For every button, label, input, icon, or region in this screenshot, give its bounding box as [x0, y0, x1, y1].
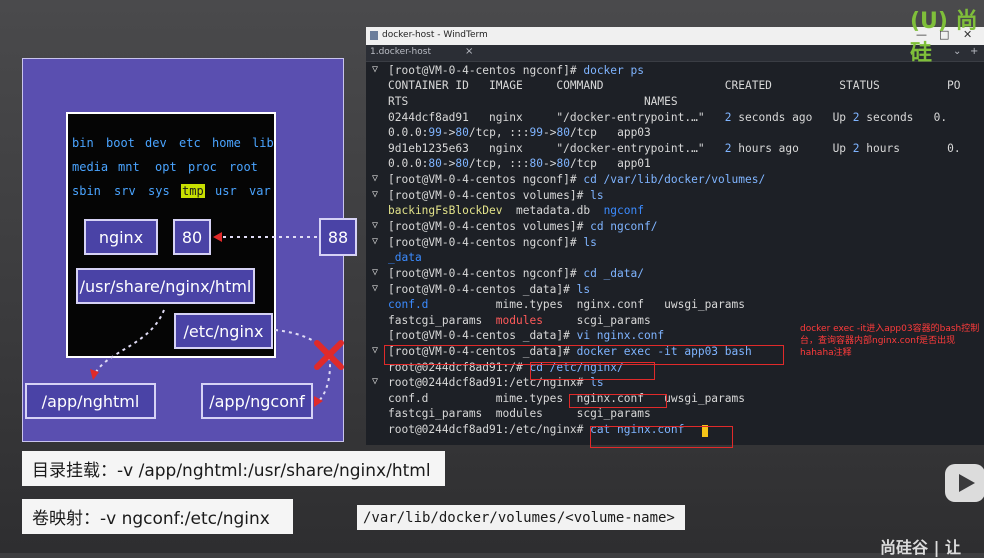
container-port-box: 80	[173, 219, 211, 255]
fs-dir: media	[72, 160, 109, 174]
terminal-line: [root@VM-0-4-centos volumes]# ls	[388, 189, 604, 202]
fs-dir-tmp-highlighted: tmp	[181, 184, 205, 198]
brand-logo: (U) 尚硅	[910, 9, 978, 66]
fold-marker: ▽	[372, 283, 379, 294]
highlight-cd-etc-nginx	[530, 362, 655, 380]
fold-marker: ▽	[372, 376, 379, 387]
host-port-box: 88	[319, 218, 357, 256]
terminal-line: RTS NAMES	[388, 95, 678, 108]
fold-marker: ▽	[372, 220, 379, 231]
volume-mapping-label: 卷映射：-v ngconf:/etc/nginx	[22, 499, 293, 534]
terminal-line: conf.d mime.types nginx.conf uwsgi_param…	[388, 392, 745, 405]
annotation-note: docker exec -it进入app03容器的bash控制台，查询容器内部n…	[800, 324, 980, 358]
fs-dir: mnt	[118, 160, 140, 174]
window-title: docker-host - WindTerm	[382, 30, 488, 40]
fs-dir: var	[249, 184, 271, 198]
fold-marker: ▽	[372, 64, 379, 75]
terminal-line: 0244dcf8ad91 nginx "/docker-entrypoint.……	[388, 111, 948, 124]
fs-dir: boot	[106, 136, 135, 150]
fs-dir: srv	[114, 184, 136, 198]
terminal-line: fastcgi_params modules scgi_params	[388, 407, 651, 420]
terminal-line: [root@VM-0-4-centos _data]# ls	[388, 283, 591, 296]
terminal-output[interactable]: ▽ [root@VM-0-4-centos ngconf]# docker ps…	[366, 61, 984, 445]
window-titlebar: docker-host - WindTerm — □ ✕	[366, 27, 984, 45]
fs-dir: opt	[155, 160, 177, 174]
terminal-line: _data	[388, 251, 422, 264]
tab-bar: 1.docker-host × ⌄ +	[366, 45, 984, 62]
terminal-line: 0.0.0:80->80/tcp, :::80->80/tcp app01	[388, 157, 651, 170]
fs-dir: sys	[148, 184, 170, 198]
fold-marker: ▽	[372, 345, 379, 356]
bind-mount-label: 目录挂载：-v /app/nghtml:/usr/share/nginx/htm…	[22, 451, 445, 486]
terminal-line: [root@VM-0-4-centos ngconf]# cd _data/	[388, 267, 644, 280]
terminal-line: backingFsBlockDev metadata.db ngconf	[388, 204, 644, 217]
terminal-line: conf.d mime.types nginx.conf uwsgi_param…	[388, 298, 745, 311]
container-conf-path-box: /etc/nginx	[174, 313, 273, 349]
terminal-line: 0.0.0:99->80/tcp, :::99->80/tcp app03	[388, 126, 651, 139]
terminal-line: CONTAINER ID IMAGE COMMAND CREATED STATU…	[388, 79, 961, 92]
fs-dir: home	[212, 136, 241, 150]
terminal-line: [root@VM-0-4-centos _data]# vi nginx.con…	[388, 329, 665, 342]
terminal-line: [root@VM-0-4-centos ngconf]# cd /var/lib…	[388, 173, 766, 186]
tab-close-icon[interactable]: ×	[465, 46, 473, 57]
highlight-nginx-conf	[569, 394, 667, 408]
fold-marker: ▽	[372, 189, 379, 200]
fs-dir: etc	[179, 136, 201, 150]
fold-marker: ▽	[372, 267, 379, 278]
play-icon[interactable]	[943, 456, 984, 512]
terminal-line: [root@VM-0-4-centos volumes]# cd ngconf/	[388, 220, 658, 233]
terminal-window: docker-host - WindTerm — □ ✕ 1.docker-ho…	[366, 27, 984, 445]
terminal-line: [root@VM-0-4-centos ngconf]# ls	[388, 236, 597, 249]
app-icon	[370, 31, 378, 40]
fold-marker: ▽	[372, 236, 379, 247]
nginx-box: nginx	[84, 219, 158, 255]
fs-dir: sbin	[72, 184, 101, 198]
terminal-line: [root@VM-0-4-centos ngconf]# docker ps	[388, 64, 644, 77]
host-conf-dir-box: /app/ngconf	[201, 383, 313, 419]
tab-docker-host[interactable]: 1.docker-host	[370, 47, 431, 57]
volume-path-label: /var/lib/docker/volumes/<volume-name>	[357, 505, 685, 530]
fs-dir: usr	[215, 184, 237, 198]
fs-dir: lib	[252, 136, 274, 150]
terminal-line: 9d1eb1235e63 nginx "/docker-entrypoint.……	[388, 142, 961, 155]
fs-dir: dev	[145, 136, 167, 150]
container-html-path-box: /usr/share/nginx/html	[76, 268, 255, 304]
highlight-cat-command	[590, 426, 733, 448]
brand-footer: 尚硅谷 | 让	[880, 538, 961, 557]
fs-dir: root	[229, 160, 258, 174]
terminal-line: fastcgi_params modules scgi_params	[388, 314, 651, 327]
fold-marker: ▽	[372, 173, 379, 184]
fs-dir: bin	[72, 136, 94, 150]
fs-dir: proc	[188, 160, 217, 174]
host-html-dir-box: /app/nghtml	[25, 383, 156, 419]
